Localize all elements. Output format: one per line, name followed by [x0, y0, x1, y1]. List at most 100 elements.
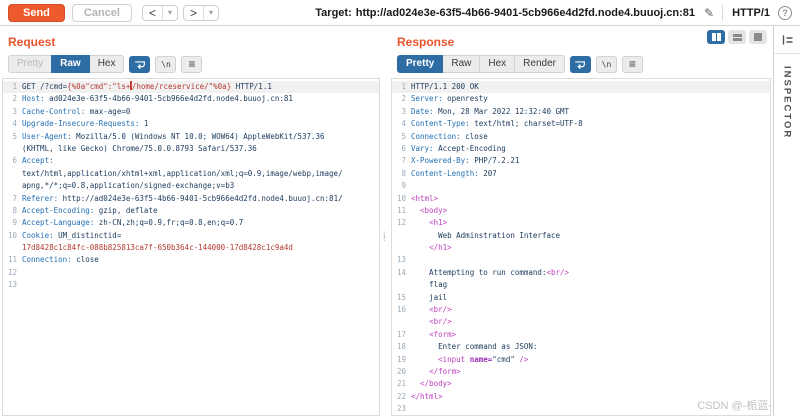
line-number: 11	[3, 254, 17, 266]
code-row[interactable]: 13	[3, 279, 379, 291]
response-menu-hamburger-icon[interactable]: ≡	[622, 56, 643, 73]
panel-splitter[interactable]: ⁞⁞	[382, 26, 389, 416]
request-menu-hamburger-icon[interactable]: ≡	[181, 56, 202, 73]
code-row[interactable]: 12	[3, 267, 379, 279]
line-number: 8	[3, 205, 17, 217]
code-row[interactable]: 1HTTP/1.1 200 OK	[392, 81, 770, 93]
line-number	[3, 168, 17, 180]
help-icon[interactable]: ?	[778, 6, 792, 20]
code-row[interactable]: 2Server: openresty	[392, 93, 770, 105]
line-number: 23	[392, 403, 406, 415]
code-row[interactable]: 17d8428c1c84fc-088b825813ca7f-650b364c-1…	[3, 242, 379, 254]
response-editor[interactable]: 1HTTP/1.1 200 OK2Server: openresty3Date:…	[391, 78, 771, 416]
code-row[interactable]: 14 Attempting to run command:<br/>	[392, 267, 770, 279]
code-row[interactable]: apng,*/*;q=0.8,application/signed-exchan…	[3, 180, 379, 192]
code-row[interactable]: 7X-Powered-By: PHP/7.2.21	[392, 155, 770, 167]
layout-columns-icon[interactable]	[707, 30, 725, 44]
request-editor[interactable]: 1GET /?cmd={%0a"cmd":"ls+/home/rceservic…	[2, 78, 380, 416]
line-number: 10	[392, 193, 406, 205]
line-number	[3, 180, 17, 192]
line-number: 7	[3, 193, 17, 205]
response-tab-pretty[interactable]: Pretty	[397, 55, 443, 73]
code-row[interactable]: 3Date: Mon, 28 Mar 2022 12:32:40 GMT	[392, 106, 770, 118]
line-number: 6	[3, 155, 17, 167]
code-row[interactable]: 19 <input name="cmd" />	[392, 354, 770, 366]
code-row[interactable]: 18 Enter command as JSON:	[392, 341, 770, 353]
code-row[interactable]: 16 <br/>	[392, 304, 770, 316]
edit-target-pencil-icon[interactable]: ✎	[704, 6, 714, 20]
splitter-grip-icon: ⁞⁞	[383, 234, 386, 240]
inspector-sidebar[interactable]: INSPECTOR	[773, 26, 800, 416]
code-row[interactable]: 2Host: ad024e3e-63f5-4b66-9401-5cb966e4d…	[3, 93, 379, 105]
request-tab-raw[interactable]: Raw	[51, 55, 90, 73]
next-request-button[interactable]: >	[184, 6, 203, 20]
code-row[interactable]: 11 <body>	[392, 205, 770, 217]
http-version-label: HTTP/1	[732, 7, 770, 19]
prev-request-chevron-down-icon[interactable]: ▾	[162, 6, 177, 20]
layout-single-icon[interactable]	[749, 30, 767, 44]
next-request-chevron-down-icon[interactable]: ▾	[203, 6, 218, 20]
code-row[interactable]: text/html,application/xhtml+xml,applicat…	[3, 168, 379, 180]
code-row[interactable]: 17 <form>	[392, 329, 770, 341]
code-row[interactable]: 6Vary: Accept-Encoding	[392, 143, 770, 155]
request-word-wrap-icon[interactable]	[129, 56, 150, 73]
line-number: 20	[392, 366, 406, 378]
line-number: 15	[392, 292, 406, 304]
response-tab-raw[interactable]: Raw	[442, 55, 480, 73]
code-row[interactable]: 21 </body>	[392, 378, 770, 390]
code-row[interactable]: 5Connection: close	[392, 131, 770, 143]
line-number: 10	[3, 230, 17, 242]
line-number: 4	[392, 118, 406, 130]
prev-request-button[interactable]: <	[143, 6, 162, 20]
cancel-button[interactable]: Cancel	[72, 4, 132, 22]
code-row[interactable]: Web Adminstration Interface	[392, 230, 770, 242]
response-show-newlines-icon[interactable]: \n	[596, 56, 617, 73]
line-number: 1	[3, 81, 17, 93]
code-row[interactable]: 4Content-Type: text/html; charset=UTF-8	[392, 118, 770, 130]
line-number: 1	[392, 81, 406, 93]
code-row[interactable]: 7Referer: http://ad024e3e-63f5-4b66-9401…	[3, 193, 379, 205]
code-row[interactable]: 1GET /?cmd={%0a"cmd":"ls+/home/rceservic…	[3, 81, 379, 93]
line-number: 19	[392, 354, 406, 366]
next-request-button-group: > ▾	[183, 5, 219, 21]
code-row[interactable]: 8Content-Length: 207	[392, 168, 770, 180]
code-row[interactable]: 15 jail	[392, 292, 770, 304]
layout-rows-icon[interactable]	[728, 30, 746, 44]
line-number: 22	[392, 391, 406, 403]
code-row[interactable]: 9	[392, 180, 770, 192]
code-row[interactable]: 13	[392, 254, 770, 266]
prev-request-button-group: < ▾	[142, 5, 178, 21]
layout-toggle-group	[704, 30, 767, 44]
code-row[interactable]: 20 </form>	[392, 366, 770, 378]
code-row[interactable]: 12 <h1>	[392, 217, 770, 229]
inspector-collapse-icon[interactable]	[774, 26, 800, 54]
line-number	[392, 279, 406, 291]
code-row[interactable]: 10Cookie: UM_distinctid=	[3, 230, 379, 242]
request-show-newlines-icon[interactable]: \n	[155, 56, 176, 73]
code-row[interactable]: flag	[392, 279, 770, 291]
code-row[interactable]: 10<html>	[392, 193, 770, 205]
code-row[interactable]: 4Upgrade-Insecure-Requests: 1	[3, 118, 379, 130]
code-row[interactable]: (KHTML, like Gecko) Chrome/75.0.0.8793 S…	[3, 143, 379, 155]
line-number: 3	[3, 106, 17, 118]
message-editor-area: Request Pretty Raw Hex \n ≡ 1GET /?cmd={…	[0, 26, 800, 416]
send-button[interactable]: Send	[8, 4, 65, 22]
code-row[interactable]: 9Accept-Language: zh-CN,zh;q=0.9,fr;q=0.…	[3, 217, 379, 229]
request-tab-hex[interactable]: Hex	[89, 55, 125, 73]
response-tab-hex[interactable]: Hex	[479, 55, 515, 73]
code-row[interactable]: 5User-Agent: Mozilla/5.0 (Windows NT 10.…	[3, 131, 379, 143]
request-tab-pretty[interactable]: Pretty	[8, 55, 52, 73]
line-number: 2	[3, 93, 17, 105]
code-row[interactable]: 11Connection: close	[3, 254, 379, 266]
response-tab-render[interactable]: Render	[514, 55, 565, 73]
line-number: 17	[392, 329, 406, 341]
response-word-wrap-icon[interactable]	[570, 56, 591, 73]
request-tab-row: Pretty Raw Hex \n ≡	[8, 55, 382, 73]
code-row[interactable]: <br/>	[392, 316, 770, 328]
code-row[interactable]: 8Accept-Encoding: gzip, deflate	[3, 205, 379, 217]
code-row[interactable]: 3Cache-Control: max-age=0	[3, 106, 379, 118]
line-number: 12	[392, 217, 406, 229]
code-row[interactable]: </h1>	[392, 242, 770, 254]
line-number: 5	[392, 131, 406, 143]
code-row[interactable]: 6Accept:	[3, 155, 379, 167]
